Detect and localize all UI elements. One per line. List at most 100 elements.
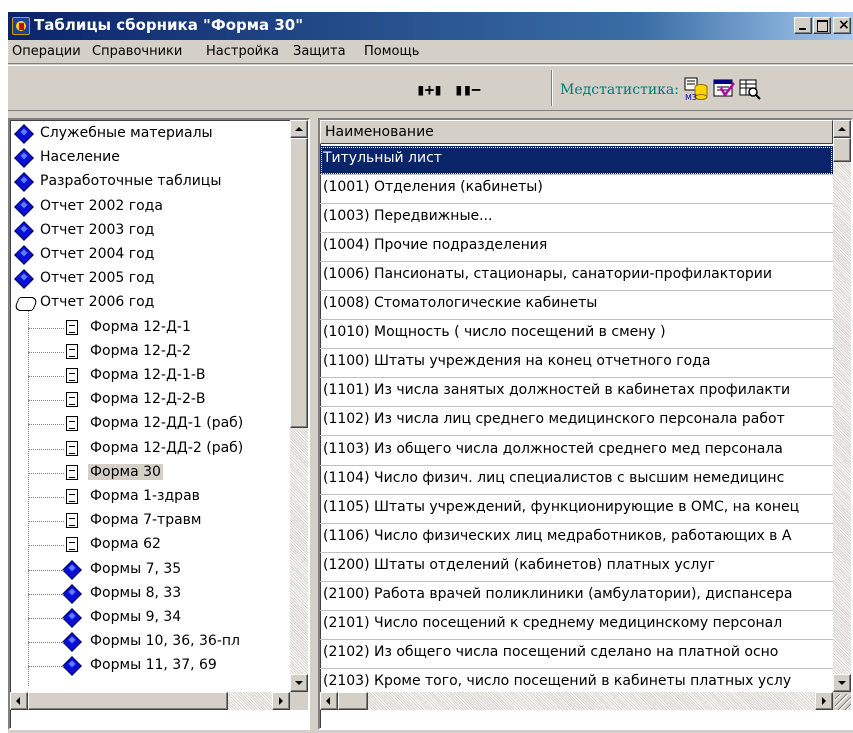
tree-connector xyxy=(28,311,29,687)
list-hscroll-thumb[interactable] xyxy=(338,692,368,710)
list-scroll-left-button[interactable] xyxy=(320,692,338,710)
tree-horizontal-scrollbar[interactable] xyxy=(10,692,290,710)
list-scroll-down-button[interactable] xyxy=(833,674,851,692)
diamond-icon xyxy=(62,632,82,653)
tree-item[interactable]: Формы 7, 35 xyxy=(10,558,290,582)
tree-item[interactable]: Форма 12-Д-1-В xyxy=(10,364,290,388)
medstat-label: Медстатистика: xyxy=(560,82,679,98)
diamond-icon xyxy=(14,269,34,290)
tree-item[interactable]: Население xyxy=(10,146,290,170)
tree-vertical-scrollbar[interactable] xyxy=(290,120,308,692)
tree-scroll-up-button[interactable] xyxy=(290,120,308,138)
tree-item[interactable]: Форма 30 xyxy=(10,461,290,485)
table-row[interactable]: (1106) Число физических лиц медработнико… xyxy=(320,524,833,553)
expand-all-button[interactable]: ▮+▮ xyxy=(416,80,443,99)
diamond-icon xyxy=(14,124,34,144)
title-bar[interactable]: Таблицы сборника "Форма 30" × xyxy=(8,12,853,40)
tree-item[interactable]: Отчет 2006 год xyxy=(10,291,290,315)
tree-item[interactable]: Форма 12-Д-2-В xyxy=(10,388,290,412)
tree-connector xyxy=(28,448,64,450)
table-search-icon xyxy=(739,79,761,100)
document-icon xyxy=(66,440,78,456)
app-icon[interactable] xyxy=(12,17,30,35)
tree-item-label: Отчет 2003 год xyxy=(40,221,155,238)
maximize-button[interactable] xyxy=(813,17,831,34)
table-row[interactable]: (1010) Мощность ( число посещений в смен… xyxy=(320,320,833,350)
medstat-mz-button[interactable]: МЗ xyxy=(684,77,708,102)
table-row[interactable]: (2102) Из общего числа посещений сделано… xyxy=(320,640,833,669)
menu-help[interactable]: Помощь xyxy=(364,44,419,59)
menu-protection[interactable]: Защита xyxy=(293,44,346,59)
table-row[interactable]: (1105) Штаты учреждений, функционирующие… xyxy=(320,495,833,524)
list-horizontal-scrollbar[interactable] xyxy=(320,692,833,710)
tree-item[interactable]: Форма 12-ДД-2 (раб) xyxy=(10,437,290,461)
table-row[interactable]: (1003) Передвижные... xyxy=(320,204,833,234)
tree-item[interactable]: Отчет 2002 года xyxy=(10,195,290,219)
tree-item-label: Форма 12-ДД-1 (раб) xyxy=(90,415,244,432)
table-row[interactable]: (1104) Число физич. лиц специалистов с в… xyxy=(320,466,833,495)
list-scroll-up-button[interactable] xyxy=(833,120,851,138)
collapse-all-button[interactable]: ▮▮− xyxy=(454,80,481,99)
tree-scroll-corner xyxy=(290,692,308,710)
tree-item[interactable]: Формы 9, 34 xyxy=(10,606,290,630)
tree-item[interactable]: Отчет 2005 год xyxy=(10,267,290,291)
tree-connector xyxy=(28,569,64,571)
tree-item[interactable]: Разработочные таблицы xyxy=(10,170,290,194)
table-row[interactable]: (1101) Из числа занятых должностей в каб… xyxy=(320,378,833,408)
table-row-label: (2103) Кроме того, число посещений в каб… xyxy=(323,672,792,689)
table-row[interactable]: (1102) Из числа лиц среднего медицинског… xyxy=(320,407,833,437)
table-row-label: (1008) Стоматологические кабинеты xyxy=(323,295,598,312)
tree-scroll-thumb[interactable] xyxy=(290,138,308,428)
table-row-label: (1101) Из числа занятых должностей в каб… xyxy=(323,382,791,399)
tree-scroll-down-button[interactable] xyxy=(290,674,308,692)
table-row-label: (1103) Из общего числа должностей средне… xyxy=(323,440,783,457)
table-row-label: (2102) Из общего числа посещений сделано… xyxy=(323,643,779,660)
table-list-panel[interactable]: Наименование Титульный лист (1001) Отделе… xyxy=(318,118,853,730)
tree-hscroll-thumb[interactable] xyxy=(28,692,228,710)
table-row[interactable]: Титульный лист xyxy=(320,146,833,176)
minimize-button[interactable] xyxy=(794,17,812,34)
table-row[interactable]: (1200) Штаты отделений (кабинетов) платн… xyxy=(320,553,833,582)
tree-item[interactable]: Форма 12-Д-1 xyxy=(10,316,290,340)
list-scroll-thumb[interactable] xyxy=(833,138,851,162)
tree-scroll-left-button[interactable] xyxy=(10,692,28,710)
table-row[interactable]: (1100) Штаты учреждения на конец отчетно… xyxy=(320,349,833,379)
menu-references[interactable]: Справочники xyxy=(92,44,182,59)
tree-item[interactable]: Формы 11, 37, 69 xyxy=(10,654,290,678)
tree-item[interactable]: Форма 1-здрав xyxy=(10,485,290,509)
table-row[interactable]: (1006) Пансионаты, стационары, санатории… xyxy=(320,262,833,292)
menu-settings[interactable]: Настройка xyxy=(206,44,279,59)
medstat-view-button[interactable] xyxy=(738,77,762,101)
tree-item[interactable]: Отчет 2003 год xyxy=(10,219,290,243)
table-row[interactable]: (2101) Число посещений к среднему медици… xyxy=(320,611,833,640)
document-icon xyxy=(66,368,78,383)
tree-item[interactable]: Формы 8, 33 xyxy=(10,582,290,606)
tree-scroll-right-button[interactable] xyxy=(272,692,290,710)
tree-item[interactable]: Форма 62 xyxy=(10,533,290,557)
tree-item[interactable]: Служебные материалы xyxy=(10,122,290,146)
table-row-label: Титульный лист xyxy=(323,150,442,166)
column-header-name[interactable]: Наименование xyxy=(320,120,833,144)
app-window: Таблицы сборника "Форма 30" × Операции С… xyxy=(8,12,853,733)
tree-item[interactable]: Отчет 2004 год xyxy=(10,243,290,267)
tree-item[interactable]: Форма 12-Д-2 xyxy=(10,340,290,364)
svg-text:МЗ: МЗ xyxy=(685,93,697,101)
menu-operations[interactable]: Операции xyxy=(12,44,81,59)
tree-item[interactable]: Форма 7-травм xyxy=(10,509,290,533)
tree-item-label: Форма 12-Д-1 xyxy=(90,318,191,335)
table-row[interactable]: (2100) Работа врачей поликлиники (амбула… xyxy=(320,582,833,611)
table-row[interactable]: (1103) Из общего числа должностей средне… xyxy=(320,437,833,466)
table-row[interactable]: (1001) Отделения (кабинеты) xyxy=(320,175,833,205)
table-row[interactable]: (1008) Стоматологические кабинеты xyxy=(320,291,833,321)
list-scroll-right-button[interactable] xyxy=(815,692,833,710)
tree-item[interactable]: Формы 10, 36, 36-пл xyxy=(10,630,290,654)
list-vertical-scrollbar[interactable] xyxy=(833,120,851,692)
tree-item-label: Население xyxy=(40,149,120,166)
tree-item[interactable]: Форма 12-ДД-1 (раб) xyxy=(10,412,290,436)
medstat-check-button[interactable] xyxy=(712,77,736,101)
tree-panel[interactable]: Служебные материалы Население Разработочны… xyxy=(8,118,310,730)
table-row[interactable]: (1004) Прочие подразделения xyxy=(320,233,833,263)
tree-connector xyxy=(28,376,64,377)
close-button[interactable]: × xyxy=(833,17,851,34)
resize-grip-icon[interactable] xyxy=(835,694,851,710)
